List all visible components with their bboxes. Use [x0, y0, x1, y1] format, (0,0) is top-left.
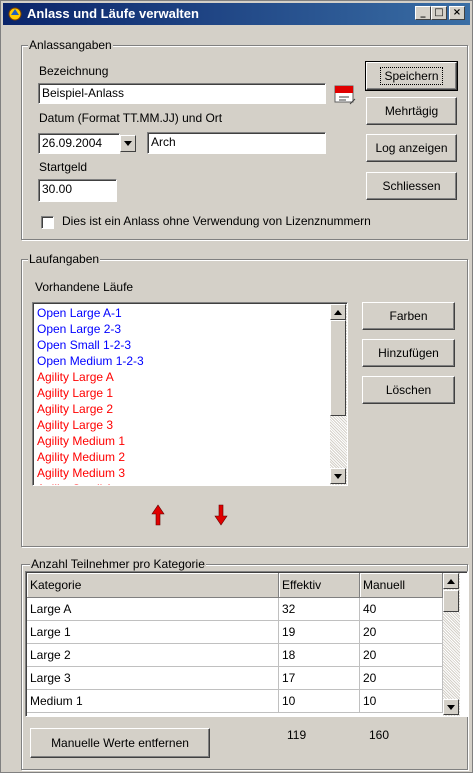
table-cell[interactable]: 10 — [279, 690, 360, 713]
table-cell[interactable]: 32 — [279, 598, 360, 621]
mehrtaegig-button-label: Mehrtägig — [384, 104, 439, 118]
table-cell[interactable]: Medium 1 — [27, 690, 279, 713]
close-icon: × — [452, 7, 462, 18]
table-cell[interactable]: Large 3 — [27, 667, 279, 690]
dialog-window: Anlass und Läufe verwalten _ □ × Anlassa… — [0, 0, 473, 773]
table-scroll-thumb[interactable] — [443, 590, 459, 612]
lauf-list-item[interactable]: Agility Large 1 — [37, 385, 113, 401]
table-cell[interactable]: Large 1 — [27, 621, 279, 644]
lizenz-checkbox-label: Dies ist ein Anlass ohne Verwendung von … — [62, 214, 371, 228]
column-header[interactable]: Manuell — [360, 573, 443, 598]
scroll-up-button[interactable] — [330, 304, 346, 320]
table-scrollbar[interactable] — [443, 573, 460, 716]
minimize-icon: _ — [420, 7, 426, 18]
lauf-list-item[interactable]: Agility Medium 2 — [37, 449, 125, 465]
chevron-down-icon — [124, 141, 132, 146]
table-cell[interactable]: 18 — [279, 644, 360, 667]
lauf-list-item[interactable]: Open Medium 1-2-3 — [37, 353, 144, 369]
farben-button[interactable]: Farben — [362, 302, 455, 330]
arrow-down-icon — [447, 704, 455, 710]
anlass-group-label: Anlassangaben — [28, 38, 113, 52]
loeschen-button[interactable]: Löschen — [362, 376, 455, 404]
table-cell[interactable]: 20 — [360, 667, 443, 690]
total-manuell: 160 — [369, 728, 390, 742]
table-cell[interactable]: 17 — [279, 667, 360, 690]
lauf-list-item[interactable]: Open Large 2-3 — [37, 321, 121, 337]
memo-icon[interactable] — [334, 85, 356, 105]
lauf-list-item[interactable]: Agility Small 1 — [37, 481, 112, 485]
lauf-list-item[interactable]: Agility Large A — [37, 369, 114, 385]
minimize-button[interactable]: _ — [415, 6, 431, 20]
ort-input[interactable]: Arch — [147, 132, 326, 154]
laeufe-scrollbar[interactable] — [330, 304, 347, 485]
startgeld-input[interactable]: 30.00 — [38, 179, 117, 202]
maximize-icon: □ — [434, 7, 444, 18]
datum-input[interactable]: 26.09.2004 — [38, 133, 120, 154]
arrow-down-icon — [334, 473, 342, 479]
column-header[interactable]: Effektiv — [279, 573, 360, 598]
lauf-list-item[interactable]: Agility Medium 1 — [37, 433, 125, 449]
farben-button-label: Farben — [389, 309, 428, 323]
bezeichnung-label: Bezeichnung — [39, 64, 109, 78]
teilnehmer-group-label: Anzahl Teilnehmer pro Kategorie — [30, 557, 206, 571]
column-header[interactable]: Kategorie — [27, 573, 279, 598]
speichern-button[interactable]: Speichern — [365, 61, 458, 91]
manuelle-werte-entfernen-button[interactable]: Manuelle Werte entfernen — [30, 728, 210, 758]
log-anzeigen-button[interactable]: Log anzeigen — [366, 134, 457, 162]
bezeichnung-input[interactable]: Beispiel-Anlass — [38, 83, 326, 104]
scroll-down-button[interactable] — [330, 468, 346, 484]
scroll-thumb[interactable] — [330, 320, 346, 416]
total-effektiv: 119 — [287, 728, 307, 742]
mehrtaegig-button[interactable]: Mehrtägig — [366, 97, 457, 125]
arrow-up-icon — [334, 309, 342, 315]
lauf-list-item[interactable]: Open Small 1-2-3 — [37, 337, 131, 353]
loeschen-button-label: Löschen — [385, 383, 432, 397]
datum-dropdown-button[interactable] — [120, 135, 136, 152]
schliessen-button-label: Schliessen — [382, 179, 441, 193]
log-anzeigen-button-label: Log anzeigen — [375, 141, 448, 155]
lauf-list-item[interactable]: Agility Large 2 — [37, 401, 113, 417]
table-cell[interactable]: 10 — [360, 690, 443, 713]
table-scroll-up-button[interactable] — [443, 573, 459, 589]
arrow-up-icon — [447, 578, 455, 584]
table-cell[interactable]: 40 — [360, 598, 443, 621]
hinzufuegen-button-label: Hinzufügen — [378, 346, 439, 360]
move-up-arrow-icon[interactable] — [151, 504, 165, 526]
teilnehmer-table[interactable]: Kategorie Effektiv Manuell Large A 32 40 Large… — [25, 571, 468, 717]
lizenz-checkbox[interactable] — [41, 216, 54, 229]
table-cell[interactable]: Large 2 — [27, 644, 279, 667]
datum-label: Datum (Format TT.MM.JJ) und Ort — [39, 111, 223, 125]
close-window-button[interactable]: × — [449, 6, 465, 20]
lauf-list-item[interactable]: Agility Medium 3 — [37, 465, 125, 481]
table-cell[interactable]: 20 — [360, 621, 443, 644]
move-down-arrow-icon[interactable] — [214, 504, 228, 526]
window-title: Anlass und Läufe verwalten — [27, 6, 199, 21]
maximize-button[interactable]: □ — [431, 6, 447, 20]
table-cell[interactable]: 20 — [360, 644, 443, 667]
manuelle-werte-entfernen-label: Manuelle Werte entfernen — [51, 736, 189, 750]
lauf-list-item[interactable]: Agility Large 3 — [37, 417, 113, 433]
lauf-group-label: Laufangaben — [28, 252, 101, 266]
title-bar[interactable]: Anlass und Läufe verwalten _ □ × — [3, 3, 470, 25]
app-icon — [8, 7, 22, 21]
lauf-list-item[interactable]: Open Large A-1 — [37, 305, 122, 321]
startgeld-label: Startgeld — [39, 160, 88, 174]
table-cell[interactable]: 19 — [279, 621, 360, 644]
table-scroll-down-button[interactable] — [443, 699, 459, 715]
schliessen-button[interactable]: Schliessen — [366, 172, 457, 200]
laeufe-listbox[interactable]: Open Large A-1 Open Large 2-3 Open Small 1… — [32, 302, 348, 486]
speichern-button-label: Speichern — [380, 67, 443, 85]
hinzufuegen-button[interactable]: Hinzufügen — [362, 339, 455, 367]
vorhandene-laeufe-label: Vorhandene Läufe — [35, 280, 134, 294]
table-cell[interactable]: Large A — [27, 598, 279, 621]
